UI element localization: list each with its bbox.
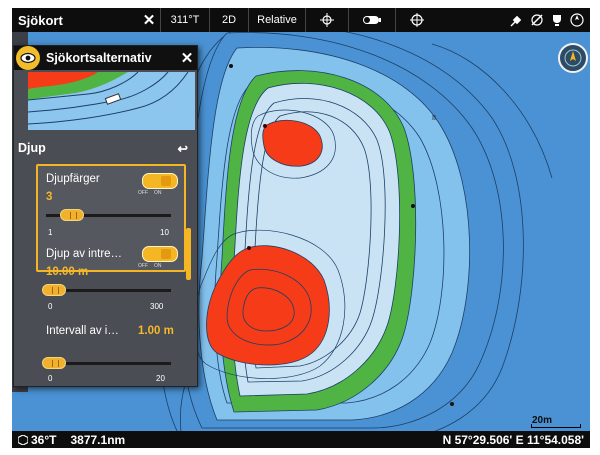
list-item-depth-of-interest[interactable]: Djup av intre… OFF ON 10.00 m 0 300: [36, 236, 184, 318]
interval-value: 1.00 m: [138, 325, 174, 337]
panel-header: Sjökortsalternativ ✕: [14, 46, 197, 70]
cog-hexagon-icon: [17, 433, 29, 446]
close-panel-button[interactable]: ✕: [177, 49, 197, 67]
depth-of-interest-toggle[interactable]: [142, 246, 178, 262]
panel-title: Sjökortsalternativ: [46, 51, 152, 65]
compass-button[interactable]: [558, 43, 588, 73]
compass-icon[interactable]: [570, 13, 584, 27]
chart-preview-image: [28, 72, 195, 130]
toggle-on-label: ON: [154, 263, 162, 269]
depth-of-interest-value: 10.00 m: [46, 266, 89, 278]
heading-readout: 36°T: [17, 432, 57, 447]
close-chart-button[interactable]: ✕: [138, 11, 160, 29]
battery-icon[interactable]: [348, 8, 395, 32]
heading-button[interactable]: 311°T: [160, 8, 209, 32]
sonar-off-icon[interactable]: [530, 13, 544, 27]
top-bar: Sjökort ✕ 311°T 2D Relative: [12, 8, 590, 32]
depth-colors-toggle[interactable]: [142, 173, 178, 189]
distance-value: 3877.1nm: [70, 432, 126, 447]
svg-text:II: II: [432, 115, 436, 122]
view-2d-button[interactable]: 2D: [209, 8, 248, 32]
toggle-on-label: ON: [154, 190, 162, 196]
depth-of-interest-label: Djup av intre…: [46, 248, 123, 260]
chart-screen: II 20m Sjökort ✕ 311°T 2D Relative Sjöko…: [12, 8, 590, 448]
depth-colors-value: 3: [46, 191, 53, 203]
scale-bar: [531, 424, 581, 428]
panel-scrollbar[interactable]: [186, 228, 191, 280]
section-title: Djup: [18, 141, 46, 155]
position-readout: N 57°29.506' E 11°54.058': [442, 432, 584, 447]
slider-max-label: 300: [150, 302, 164, 311]
eye-icon: [16, 46, 40, 70]
status-bar: 36°T 3877.1nm N 57°29.506' E 11°54.058': [12, 431, 590, 448]
depth-section-header: Djup ↩: [18, 138, 194, 158]
list-item-interval[interactable]: Intervall av i… 1.00 m 0 20: [36, 314, 184, 394]
back-button[interactable]: ↩: [178, 141, 188, 156]
crosshair-icon[interactable]: [395, 8, 438, 32]
interval-slider-thumb[interactable]: [42, 357, 66, 369]
satellite-icon[interactable]: [510, 13, 524, 27]
options-list: Djupfärger OFF ON 3 1 10 Djup av intre… …: [36, 164, 186, 384]
gps-icon[interactable]: [305, 8, 348, 32]
relative-button[interactable]: Relative: [248, 8, 305, 32]
page-title: Sjökort: [18, 12, 63, 28]
depth-colors-slider-thumb[interactable]: [60, 209, 84, 221]
heading-value: 36°T: [31, 432, 57, 447]
depth-of-interest-slider-thumb[interactable]: [42, 284, 66, 296]
north-arrow-icon: [564, 49, 582, 67]
trophy-icon[interactable]: [550, 13, 564, 27]
chart-options-panel: Sjökortsalternativ ✕ Djup ↩ Djupfärger O…: [13, 45, 198, 387]
slider-max-label: 20: [156, 374, 165, 383]
slider-min-label: 0: [48, 302, 53, 311]
interval-label: Intervall av i…: [46, 325, 119, 337]
slider-min-label: 0: [48, 374, 53, 383]
depth-colors-label: Djupfärger: [46, 173, 100, 185]
toggle-off-label: OFF: [138, 263, 148, 269]
toggle-off-label: OFF: [138, 190, 148, 196]
